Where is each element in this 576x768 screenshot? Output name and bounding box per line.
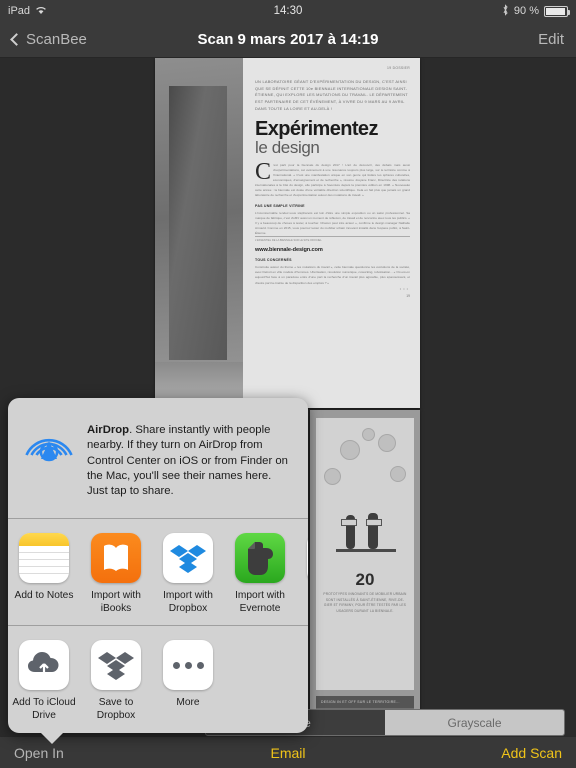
battery-icon	[544, 5, 570, 17]
more-icon	[163, 640, 213, 691]
back-button[interactable]: ScanBee	[10, 31, 87, 48]
dropbox-grey-icon	[91, 640, 141, 691]
page-body-2: L'incontournable rendez-vous stéphanois …	[255, 210, 410, 236]
share-app-notes[interactable]: Add to Notes	[8, 532, 80, 616]
share-app-more-partial[interactable]	[296, 532, 308, 616]
status-bar-clock: 14:30	[273, 5, 303, 17]
airdrop-section[interactable]: AirDrop. Share instantly with people nea…	[8, 398, 308, 518]
wifi-icon	[35, 5, 47, 18]
ibooks-icon	[91, 532, 141, 583]
share-sheet-popover: AirDrop. Share instantly with people nea…	[8, 398, 308, 744]
share-app-label: Import with Evernote	[235, 589, 285, 614]
icloud-upload-icon	[19, 640, 69, 691]
avatar-bubble	[340, 440, 360, 460]
photo-door	[169, 86, 227, 360]
page-folio: 19 DOSSIER	[387, 66, 410, 70]
dropbox-icon	[163, 532, 213, 583]
status-bar-left: iPad	[8, 5, 47, 18]
stat-caption: PROTOTYPES INNOVANTS DE MOBILIER URBAIN …	[323, 592, 407, 613]
airdrop-icon	[22, 414, 76, 468]
device-name: iPad	[8, 5, 31, 17]
share-action-icloud[interactable]: Add To iCloud Drive	[8, 640, 80, 723]
page-number: 19	[406, 293, 410, 298]
stat-number: 20	[355, 570, 375, 589]
airdrop-title: AirDrop	[87, 424, 130, 436]
evernote-icon	[235, 532, 285, 583]
page-body-1: 'est parti pour la biennale du design 20…	[255, 162, 410, 198]
scan-page-1[interactable]: 19 DOSSIER UN LABORATOIRE GÉANT D'EXPÉRI…	[155, 58, 420, 408]
map-banner: DESIGN IN ET OFF SUR LE TERRITOIRE...	[316, 696, 414, 708]
laptop	[366, 519, 382, 526]
more-apps-icon	[307, 532, 308, 583]
status-bar: iPad 14:30 90 %	[0, 0, 576, 22]
page-url-caption: L'ESSENTIEL DE LA BIENNALE SUR LE SITE O…	[255, 236, 410, 242]
navigation-bar: ScanBee Scan 9 mars 2017 à 14:19 Edit	[0, 22, 576, 58]
bench	[336, 549, 396, 552]
page-subhead-2: TOUS CONCERNÉS	[255, 258, 292, 263]
bottom-toolbar: Open In Email Add Scan	[0, 736, 576, 768]
notes-icon	[19, 532, 69, 583]
share-action-dropbox[interactable]: Save to Dropbox	[80, 640, 152, 723]
share-apps-row: Add to Notes Import with iBooks Import w…	[8, 519, 308, 626]
chevron-left-icon	[10, 33, 23, 46]
share-action-label: Add To iCloud Drive	[12, 697, 76, 722]
scan-page-2[interactable]: 20 PROTOTYPES INNOVANTS DE MOBILIER URBA…	[310, 410, 420, 752]
airdrop-description: AirDrop. Share instantly with people nea…	[87, 414, 294, 500]
page-dropcap: C	[255, 158, 272, 185]
scan-photo-left	[155, 58, 243, 408]
avatar-bubble	[378, 434, 396, 452]
share-app-label: Import with Dropbox	[163, 589, 213, 614]
battery-percent-label: 90 %	[513, 5, 539, 17]
illustration	[316, 426, 414, 566]
back-button-label: ScanBee	[26, 31, 87, 48]
avatar-bubble	[324, 468, 341, 485]
share-app-label: Add to Notes	[14, 589, 74, 601]
share-actions-row: Add To iCloud Drive Save to Dropbox More	[8, 626, 308, 733]
edit-button[interactable]: Edit	[538, 31, 564, 48]
page-kicker: UN LABORATOIRE GÉANT D'EXPÉRIMENTATION D…	[255, 79, 408, 111]
page-headline: Expérimentez	[255, 117, 378, 140]
share-app-evernote[interactable]: Import with Evernote	[224, 532, 296, 616]
avatar-bubble	[390, 466, 406, 482]
share-app-dropbox[interactable]: Import with Dropbox	[152, 532, 224, 616]
share-app-ibooks[interactable]: Import with iBooks	[80, 532, 152, 616]
status-bar-right: 90 %	[502, 3, 570, 19]
segment-grayscale[interactable]: Grayscale	[385, 710, 564, 735]
page-subhead: le design	[255, 137, 320, 157]
laptop	[341, 519, 357, 526]
end-marker: •••	[399, 285, 410, 291]
page-url: www.biennale-design.com	[255, 247, 323, 254]
avatar-bubble	[362, 428, 375, 441]
scan-page-2-sheet: 20 PROTOTYPES INNOVANTS DE MOBILIER URBA…	[316, 418, 414, 690]
bluetooth-icon	[502, 3, 509, 19]
page-subhead-1: PAS UNE SIMPLE VITRINE	[255, 203, 305, 208]
share-app-label: Import with iBooks	[91, 589, 141, 614]
share-action-label: Save to Dropbox	[96, 697, 136, 722]
share-action-label: More	[176, 697, 200, 709]
share-action-more[interactable]: More	[152, 640, 224, 723]
email-button[interactable]: Email	[0, 745, 576, 761]
scan-page-1-text: 19 DOSSIER UN LABORATOIRE GÉANT D'EXPÉRI…	[243, 58, 420, 408]
page-body-3: Construite autour du thème « les mutatio…	[255, 265, 410, 285]
